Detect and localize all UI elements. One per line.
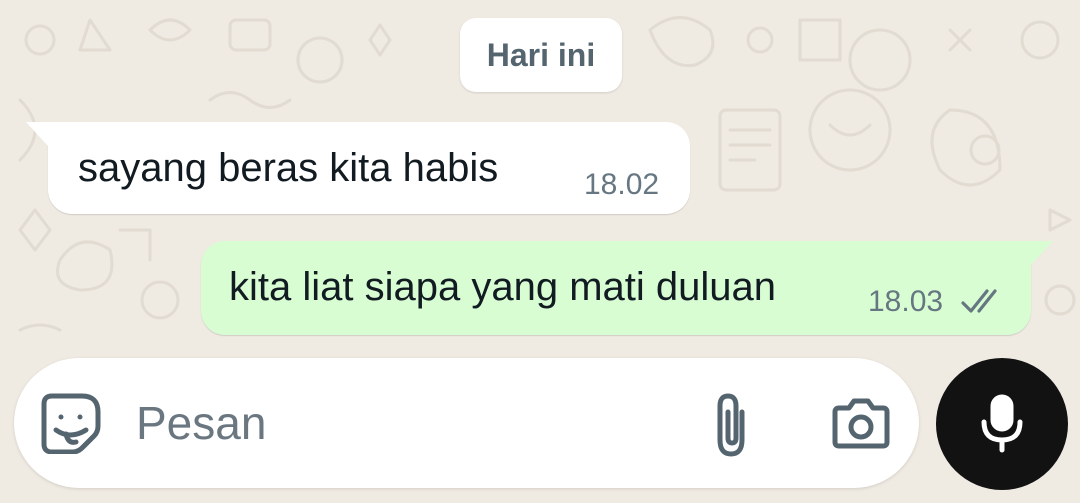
date-separator-label: Hari ini (486, 36, 596, 73)
camera-icon[interactable] (829, 396, 893, 452)
double-check-icon (961, 289, 997, 313)
message-composer (14, 358, 919, 488)
message-input[interactable] (136, 388, 676, 458)
bubble-tail (1031, 241, 1053, 265)
message-time: 18.02 (584, 168, 660, 201)
message-text: sayang beras kita habis (78, 146, 499, 190)
mic-button[interactable] (936, 358, 1068, 490)
sticker-icon[interactable] (40, 392, 102, 454)
message-time: 18.03 (868, 285, 944, 318)
message-text: kita liat siapa yang mati duluan (229, 265, 776, 309)
outgoing-message-bubble[interactable]: kita liat siapa yang mati duluan 18.03 (201, 241, 1053, 335)
date-separator: Hari ini (460, 18, 622, 92)
microphone-icon (981, 394, 1023, 453)
bubble-tail (26, 122, 48, 146)
incoming-message-bubble[interactable]: sayang beras kita habis 18.02 (26, 122, 690, 214)
paperclip-icon[interactable] (706, 392, 756, 458)
